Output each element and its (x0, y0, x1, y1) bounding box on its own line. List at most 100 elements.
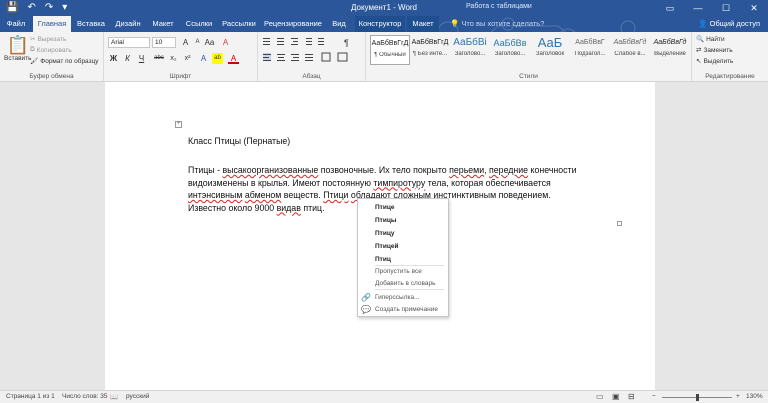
italic-icon[interactable]: К (122, 53, 133, 64)
font-size-box[interactable]: 10 (152, 37, 176, 48)
style-emphasis[interactable]: АаБбВвГд Выделение (650, 35, 690, 65)
font-group: Arial 10 A A Aa A Ж К Ч abc x₂ x² A ab A… (104, 32, 258, 82)
tab-view[interactable]: Вид (327, 16, 351, 32)
ribbon-display-icon[interactable]: ▭ (656, 0, 684, 16)
tell-me-search[interactable]: 💡 Что вы хотите сделать? (450, 16, 544, 32)
add-to-dictionary-item[interactable]: Добавить в словарь (375, 280, 436, 287)
tab-file[interactable]: Файл (0, 16, 32, 32)
suggestion-item[interactable]: Птице (375, 204, 394, 211)
tab-mailings[interactable]: Рассылки (219, 16, 259, 32)
word-window: 💾 ↶ ↷ ▾ Документ1 - Word Работа с таблиц… (0, 0, 768, 403)
document-heading[interactable]: Класс Птицы (Пернатые) (188, 135, 290, 147)
zoom-out-icon[interactable]: − (652, 393, 656, 400)
font-color-icon[interactable]: A (228, 53, 239, 64)
search-icon: 🔍 (696, 36, 705, 43)
close-icon[interactable]: ✕ (740, 0, 768, 16)
grow-font-icon[interactable]: A (180, 37, 191, 48)
misspelled-word[interactable]: тимпиротуру (373, 178, 425, 188)
text-run[interactable]: тела, которая обеспечивается (425, 178, 551, 188)
text-effects-icon[interactable]: A (198, 53, 209, 64)
find-button[interactable]: 🔍 Найти (696, 35, 725, 44)
paragraph-line[interactable]: видоизменены в крылья. Имеют постоянную … (188, 177, 551, 189)
misspelled-word[interactable]: абменом (245, 190, 281, 200)
misspelled-word[interactable]: передние (489, 165, 528, 175)
shrink-font-icon[interactable]: A (192, 37, 203, 48)
text-run[interactable]: Птицы - (188, 165, 222, 175)
style-heading-2[interactable]: АаБбВв Заголово... (490, 35, 530, 65)
suggestion-item[interactable]: Птицей (375, 243, 398, 250)
cut-button[interactable]: ✂ Вырезать (30, 35, 66, 44)
new-comment-item[interactable]: Создать примечание (375, 306, 438, 313)
tab-insert[interactable]: Вставка (73, 16, 109, 32)
hyperlink-item[interactable]: Гиперссылка... (375, 294, 420, 301)
share-label: Общий доступ (709, 19, 760, 28)
style-subtle-emphasis[interactable]: АаБбВвГд Слабое в... (610, 35, 650, 65)
style-normal[interactable]: АаБбВвГгД ¶ Обычный (370, 35, 410, 65)
tab-review[interactable]: Рецензирование (261, 16, 325, 32)
format-painter-button[interactable]: 🖌 Формат по образцу (30, 57, 99, 66)
subscript-icon[interactable]: x₂ (168, 53, 179, 64)
share-button[interactable]: 👤 Общий доступ (698, 16, 760, 32)
table-move-handle-icon[interactable]: + (175, 121, 182, 128)
text-run[interactable]: конечности (528, 165, 577, 175)
style-title[interactable]: АаБ Заголовок (530, 35, 570, 65)
tab-references[interactable]: Ссылки (181, 16, 217, 32)
web-layout-icon[interactable]: ⊟ (628, 392, 635, 401)
copy-button[interactable]: ⧉ Копировать (30, 46, 72, 54)
print-layout-icon[interactable]: ▣ (612, 392, 620, 401)
menu-separator (375, 265, 444, 266)
ribbon: 📋 Вставить ✂ Вырезать ⧉ Копировать 🖌 Фор… (0, 32, 768, 82)
maximize-icon[interactable]: ☐ (712, 0, 740, 16)
paragraph-line[interactable]: Известно около 9000 видав птиц. (188, 202, 325, 214)
ignore-all-item[interactable]: Пропустить все (375, 268, 422, 275)
style-subtitle[interactable]: АаБбВвГ Подзагол... (570, 35, 610, 65)
word-count[interactable]: Число слов: 35 (62, 393, 108, 400)
text-run[interactable]: Известно около 9000 (188, 203, 277, 213)
suggestion-item[interactable]: Птиц (375, 256, 391, 263)
paste-button[interactable]: 📋 Вставить (4, 35, 32, 62)
language-indicator[interactable]: русский (126, 393, 149, 400)
tab-table-layout[interactable]: Макет (407, 16, 439, 32)
highlight-icon[interactable]: ab (212, 53, 223, 64)
misspelled-word[interactable]: высакоорганизованные (222, 165, 318, 175)
style-no-spacing[interactable]: АаБбВвГгД ¶ Без инте... (410, 35, 450, 65)
proofing-icon[interactable]: 📖 (110, 393, 118, 401)
tab-design[interactable]: Дизайн (111, 16, 145, 32)
tab-layout[interactable]: Макет (147, 16, 179, 32)
zoom-slider-knob[interactable] (696, 394, 699, 401)
zoom-level[interactable]: 130% (746, 393, 763, 400)
underline-icon[interactable]: Ч (136, 53, 147, 64)
find-label: Найти (706, 35, 725, 43)
page-count[interactable]: Страница 1 из 1 (6, 393, 55, 400)
font-name-box[interactable]: Arial (108, 37, 150, 48)
paragraph-line[interactable]: Птицы - высакоорганизованные позвоночные… (188, 164, 577, 176)
tab-home[interactable]: Главная (33, 16, 71, 32)
text-run[interactable]: веществ. (281, 190, 323, 200)
style-heading-1[interactable]: АаБбВі Заголово... (450, 35, 490, 65)
misspelled-word[interactable]: видав (277, 203, 301, 213)
table-resize-handle[interactable] (617, 221, 622, 226)
suggestion-item[interactable]: Птицы (375, 217, 396, 224)
cursor-icon: ↖ (696, 58, 702, 65)
replace-button[interactable]: ⇄ Заменить (696, 46, 733, 55)
misspelled-word[interactable]: Птици (323, 190, 348, 200)
misspelled-word[interactable]: интэнсивным (188, 190, 242, 200)
strikethrough-icon[interactable]: abc (152, 53, 166, 64)
tab-table-design[interactable]: Конструктор (355, 16, 405, 32)
change-case-icon[interactable]: Aa (204, 37, 215, 48)
minimize-icon[interactable]: — (684, 0, 712, 16)
read-mode-icon[interactable]: ▭ (596, 392, 604, 401)
misspelled-word[interactable]: перьеми (449, 165, 484, 175)
suggestion-item[interactable]: Птицу (375, 230, 394, 237)
text-run[interactable]: позвоночные. Их тело покрыто (318, 165, 449, 175)
svg-text:¶: ¶ (344, 38, 349, 48)
bold-icon[interactable]: Ж (108, 53, 119, 64)
zoom-in-icon[interactable]: + (736, 393, 740, 400)
select-button[interactable]: ↖ Выделить (696, 57, 733, 66)
superscript-icon[interactable]: x² (182, 53, 193, 64)
text-run[interactable]: птиц. (301, 203, 324, 213)
zoom-slider[interactable] (662, 394, 732, 401)
styles-group-label: Стили (519, 73, 538, 80)
text-run[interactable]: видоизменены в крылья. Имеют постоянную (188, 178, 373, 188)
clear-format-icon[interactable]: A (220, 37, 231, 48)
